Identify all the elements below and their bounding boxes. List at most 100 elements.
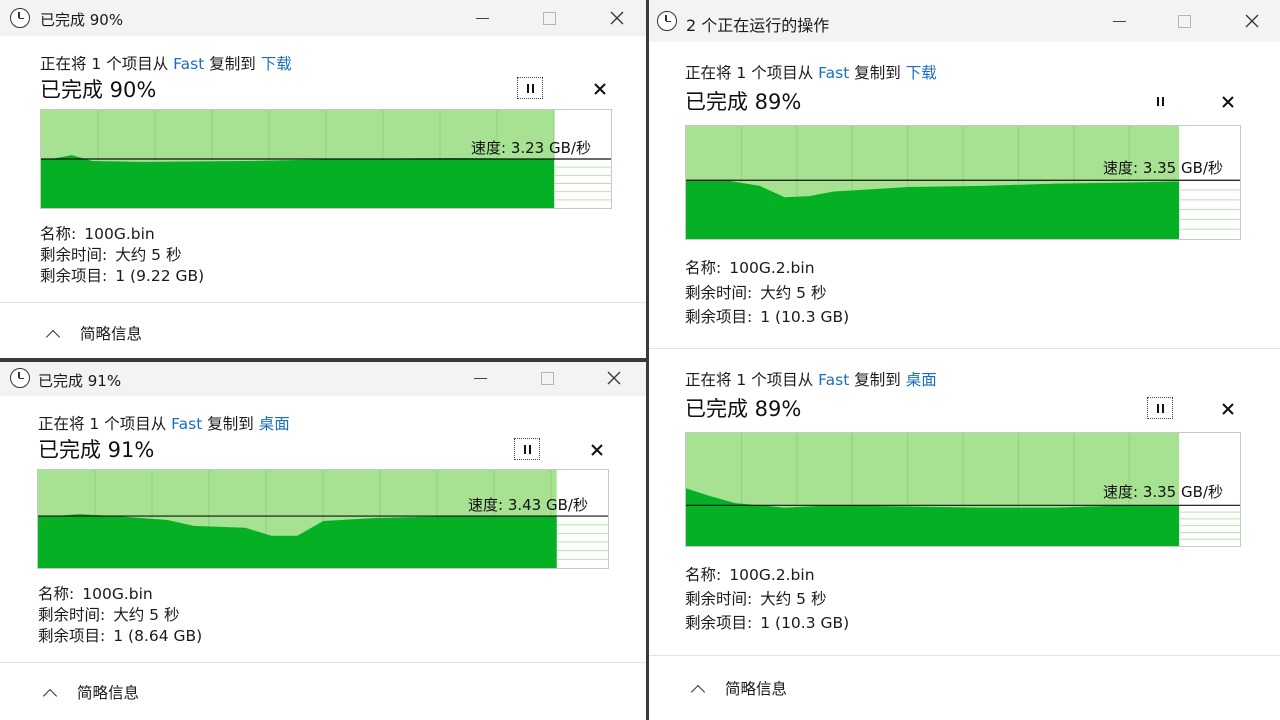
detail-label: 名称: bbox=[40, 225, 77, 243]
maximize-button[interactable] bbox=[1169, 9, 1199, 33]
copy-dialog-1: 已完成 90% 正在将 1 个项目从 Fast 复制到 下载 已完成 90% 速… bbox=[0, 0, 646, 358]
destination-link[interactable]: 桌面 bbox=[906, 371, 937, 389]
title-bar[interactable]: 2 个正在运行的操作 bbox=[649, 0, 1280, 42]
divider bbox=[0, 302, 646, 303]
maximize-button[interactable] bbox=[532, 366, 562, 390]
detail-value: 1 (10.3 GB) bbox=[760, 614, 850, 632]
minimize-button[interactable] bbox=[1105, 9, 1135, 33]
close-button[interactable] bbox=[1237, 9, 1267, 33]
op-mid: 复制到 bbox=[854, 64, 901, 82]
close-icon bbox=[1245, 14, 1259, 28]
minimize-button[interactable] bbox=[466, 366, 496, 390]
detail-value: 100G.bin bbox=[82, 585, 153, 603]
source-link[interactable]: Fast bbox=[171, 415, 202, 433]
pause-button[interactable] bbox=[514, 438, 540, 460]
close-icon bbox=[607, 371, 621, 385]
detail-name: 名称: 100G.bin bbox=[40, 222, 155, 244]
operation-description: 正在将 1 个项目从 Fast 复制到 下载 bbox=[40, 52, 292, 74]
detail-items-remaining: 剩余项目: 1 (8.64 GB) bbox=[38, 624, 202, 646]
detail-time-remaining: 剩余时间: 大约 5 秒 bbox=[40, 243, 181, 265]
close-icon bbox=[1222, 96, 1234, 108]
graph-svg bbox=[686, 126, 1240, 239]
copy-dialog-2: 已完成 91% 正在将 1 个项目从 Fast 复制到 桌面 已完成 91% 速… bbox=[0, 362, 646, 720]
speed-graph bbox=[37, 469, 609, 569]
cancel-button[interactable] bbox=[589, 78, 611, 100]
close-icon bbox=[1222, 403, 1234, 415]
multi-operation-dialog: 2 个正在运行的操作 正在将 1 个项目从 Fast 复制到 下载 已完成 89… bbox=[649, 0, 1280, 720]
footer-label: 简略信息 bbox=[77, 684, 140, 702]
chevron-up-icon bbox=[45, 329, 61, 345]
op-mid: 复制到 bbox=[209, 55, 256, 73]
detail-name: 名称: 100G.2.bin bbox=[685, 563, 815, 585]
detail-value: 大约 5 秒 bbox=[760, 284, 827, 302]
fewer-details-toggle[interactable]: 简略信息 bbox=[690, 677, 787, 700]
clock-icon bbox=[657, 11, 677, 31]
operation-description: 正在将 1 个项目从 Fast 复制到 下载 bbox=[685, 61, 937, 83]
window-title: 已完成 91% bbox=[38, 372, 122, 390]
detail-value: 大约 5 秒 bbox=[113, 606, 180, 624]
divider bbox=[649, 348, 1280, 349]
detail-value: 1 (9.22 GB) bbox=[115, 267, 205, 285]
detail-label: 剩余项目: bbox=[40, 267, 108, 285]
detail-time-remaining: 剩余时间: 大约 5 秒 bbox=[38, 603, 179, 625]
source-link[interactable]: Fast bbox=[818, 64, 849, 82]
speed-label: 速度: 3.23 GB/秒 bbox=[471, 139, 591, 157]
divider bbox=[649, 655, 1280, 656]
close-icon bbox=[610, 11, 624, 25]
speed-label: 速度: 3.35 GB/秒 bbox=[1103, 159, 1223, 177]
detail-label: 剩余时间: bbox=[685, 284, 753, 302]
op-prefix: 正在将 1 个项目从 bbox=[40, 55, 169, 73]
cancel-button[interactable] bbox=[1217, 398, 1239, 420]
destination-link[interactable]: 桌面 bbox=[259, 415, 290, 433]
detail-value: 100G.2.bin bbox=[729, 566, 815, 584]
cancel-button[interactable] bbox=[1217, 91, 1239, 113]
detail-label: 剩余时间: bbox=[38, 606, 106, 624]
title-bar[interactable]: 已完成 90% bbox=[0, 0, 646, 36]
detail-label: 名称: bbox=[38, 585, 75, 603]
destination-link[interactable]: 下载 bbox=[906, 64, 937, 82]
detail-label: 剩余项目: bbox=[685, 614, 753, 632]
close-button[interactable] bbox=[599, 366, 629, 390]
detail-value: 100G.bin bbox=[84, 225, 155, 243]
op-mid: 复制到 bbox=[854, 371, 901, 389]
chevron-up-icon bbox=[42, 688, 58, 704]
detail-value: 100G.2.bin bbox=[729, 259, 815, 277]
speed-label: 速度: 3.35 GB/秒 bbox=[1103, 483, 1223, 501]
percent-complete: 已完成 91% bbox=[38, 438, 155, 462]
fewer-details-toggle[interactable]: 简略信息 bbox=[42, 681, 140, 704]
detail-time-remaining: 剩余时间: 大约 5 秒 bbox=[685, 281, 826, 303]
op-prefix: 正在将 1 个项目从 bbox=[685, 371, 814, 389]
op-prefix: 正在将 1 个项目从 bbox=[38, 415, 167, 433]
detail-items-remaining: 剩余项目: 1 (10.3 GB) bbox=[685, 305, 849, 327]
op-prefix: 正在将 1 个项目从 bbox=[685, 64, 814, 82]
minimize-button[interactable] bbox=[468, 6, 498, 30]
source-link[interactable]: Fast bbox=[173, 55, 204, 73]
detail-label: 名称: bbox=[685, 259, 722, 277]
cancel-button[interactable] bbox=[586, 439, 608, 461]
detail-label: 剩余项目: bbox=[38, 627, 106, 645]
throughput-area bbox=[686, 180, 1180, 239]
pause-button[interactable] bbox=[517, 77, 543, 99]
detail-value: 大约 5 秒 bbox=[760, 590, 827, 608]
detail-label: 剩余时间: bbox=[685, 590, 753, 608]
detail-time-remaining: 剩余时间: 大约 5 秒 bbox=[685, 587, 826, 609]
graph-svg bbox=[38, 470, 608, 568]
fewer-details-toggle[interactable]: 简略信息 bbox=[45, 322, 142, 345]
source-link[interactable]: Fast bbox=[818, 371, 849, 389]
pause-button[interactable] bbox=[1147, 397, 1173, 419]
detail-name: 名称: 100G.bin bbox=[38, 582, 153, 604]
detail-name: 名称: 100G.2.bin bbox=[685, 256, 815, 278]
operation-description: 正在将 1 个项目从 Fast 复制到 桌面 bbox=[38, 412, 290, 434]
window-title: 已完成 90% bbox=[40, 11, 124, 29]
percent-complete: 已完成 89% bbox=[685, 90, 802, 114]
detail-value: 大约 5 秒 bbox=[115, 246, 182, 264]
title-bar[interactable]: 已完成 91% bbox=[0, 362, 646, 396]
speed-label: 速度: 3.43 GB/秒 bbox=[468, 496, 588, 514]
close-button[interactable] bbox=[602, 6, 632, 30]
percent-complete: 已完成 89% bbox=[685, 397, 802, 421]
destination-link[interactable]: 下载 bbox=[261, 55, 292, 73]
clock-icon bbox=[10, 8, 30, 28]
divider bbox=[0, 662, 646, 663]
pause-button[interactable] bbox=[1147, 90, 1173, 112]
maximize-button[interactable] bbox=[534, 6, 564, 30]
